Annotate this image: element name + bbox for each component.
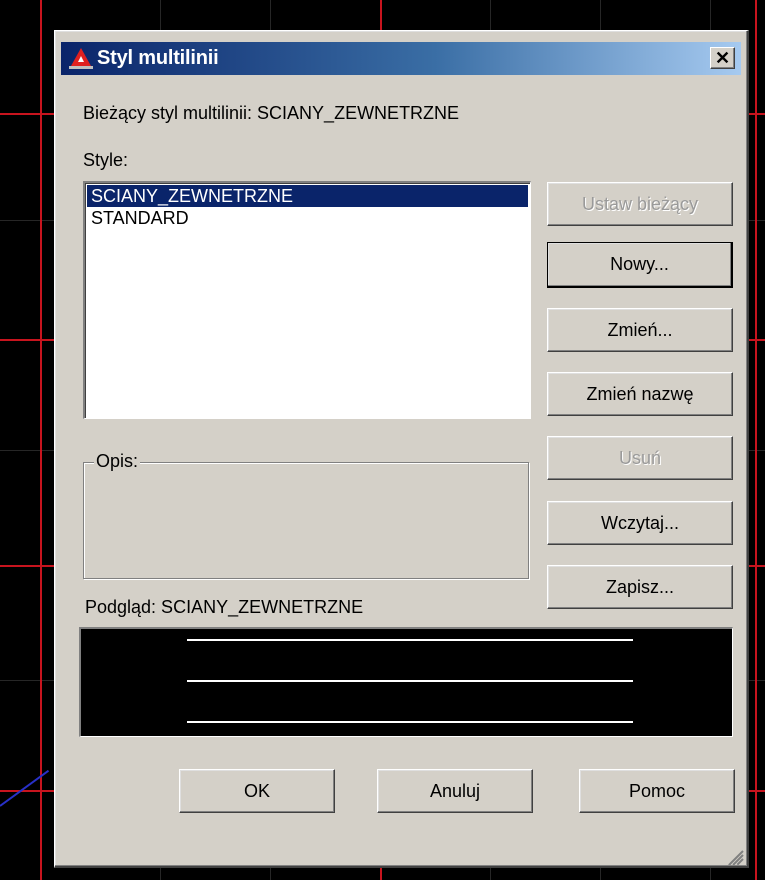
styles-listbox[interactable]: SCIANY_ZEWNETRZNE STANDARD — [83, 181, 531, 419]
save-button[interactable]: Zapisz... — [547, 565, 733, 609]
title-bar[interactable]: Styl multilinii ✕ — [61, 42, 741, 75]
delete-button[interactable]: Usuń — [547, 436, 733, 480]
close-button[interactable]: ✕ — [710, 47, 735, 69]
preview-line — [187, 680, 633, 682]
description-groupbox: Opis: — [83, 451, 529, 579]
list-item-standard[interactable]: STANDARD — [87, 207, 528, 229]
preview-line — [187, 639, 633, 641]
set-current-button[interactable]: Ustaw bieżący — [547, 182, 733, 226]
list-item-sciany-zewnetrzne[interactable]: SCIANY_ZEWNETRZNE — [87, 185, 528, 207]
cancel-button[interactable]: Anuluj — [377, 769, 533, 813]
close-icon: ✕ — [714, 48, 731, 68]
multiline-preview — [79, 627, 733, 737]
resize-grip-icon[interactable] — [723, 842, 744, 866]
autocad-app-icon — [69, 47, 93, 70]
modify-button[interactable]: Zmień... — [547, 308, 733, 352]
load-button[interactable]: Wczytaj... — [547, 501, 733, 545]
rename-button[interactable]: Zmień nazwę — [547, 372, 733, 416]
multiline-style-dialog: Styl multilinii ✕ Bieżący styl multilini… — [54, 30, 749, 868]
description-label: Opis: — [94, 451, 141, 472]
current-style-label: Bieżący styl multilinii: SCIANY_ZEWNETRZ… — [83, 103, 460, 123]
styles-label: Style: — [83, 150, 129, 170]
axis-line — [755, 0, 757, 880]
preview-label: Podgląd: SCIANY_ZEWNETRZNE — [85, 597, 364, 617]
preview-line — [187, 721, 633, 723]
help-button[interactable]: Pomoc — [579, 769, 735, 813]
new-button[interactable]: Nowy... — [547, 242, 733, 288]
dialog-title: Styl multilinii — [97, 47, 219, 69]
ok-button[interactable]: OK — [179, 769, 335, 813]
axis-line — [40, 0, 42, 880]
